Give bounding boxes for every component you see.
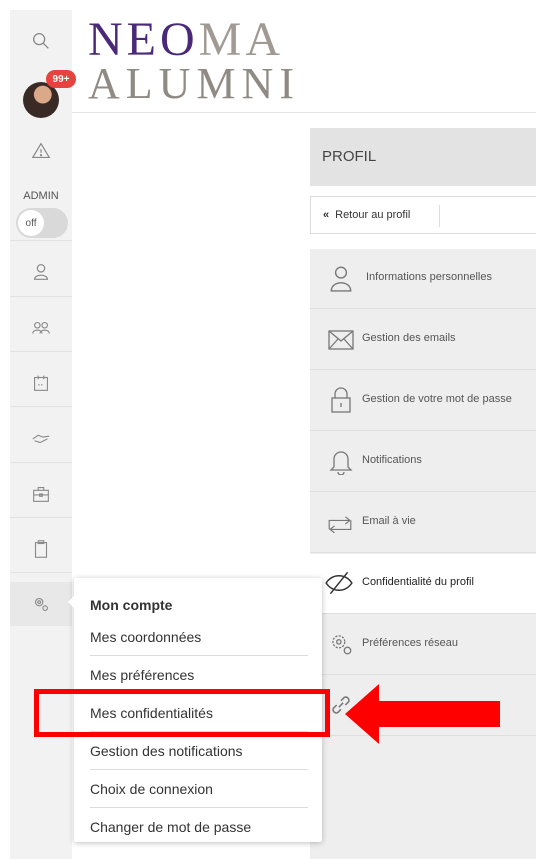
eye-slash-icon xyxy=(325,571,353,595)
neoma-alumni-logo[interactable]: NEOMA ALUMNI xyxy=(88,16,300,106)
warning-icon xyxy=(31,142,51,159)
user-icon xyxy=(330,266,352,292)
search-icon xyxy=(33,33,49,49)
dropdown-item-contact-details[interactable]: Mes coordonnées xyxy=(90,619,308,656)
profile-button[interactable] xyxy=(10,250,72,294)
menu-item-privacy[interactable]: Confidentialité du profil xyxy=(310,554,536,614)
alerts-button[interactable] xyxy=(10,136,72,166)
settings-icon xyxy=(34,597,48,611)
bell-icon xyxy=(329,451,353,475)
dropdown-item-change-password[interactable]: Changer de mot de passe xyxy=(90,809,308,846)
annotation-arrow-icon xyxy=(345,684,500,744)
handshake-icon xyxy=(32,434,50,444)
menu-item-personal-info[interactable]: Informations personnelles xyxy=(310,249,536,309)
forward-icon xyxy=(328,516,352,533)
admin-toggle[interactable]: off xyxy=(16,208,68,238)
toggle-state: off xyxy=(18,210,44,236)
search-button[interactable] xyxy=(10,26,72,56)
user-icon xyxy=(33,264,49,280)
dropdown-item-notifications[interactable]: Gestion des notifications xyxy=(90,733,308,770)
directory-button[interactable] xyxy=(10,306,72,350)
notification-badge: 99+ xyxy=(46,70,76,88)
annotation-highlight-box xyxy=(34,689,330,737)
jobs-button[interactable] xyxy=(10,472,72,516)
clipboard-icon xyxy=(34,540,48,558)
mentoring-button[interactable] xyxy=(10,416,72,460)
admin-label: ADMIN xyxy=(23,190,59,202)
profile-header: PROFIL xyxy=(310,128,536,186)
group-icon xyxy=(32,321,50,334)
back-to-profile-link[interactable]: «Retour au profil xyxy=(323,209,410,221)
gear-icon xyxy=(332,635,352,655)
briefcase-icon xyxy=(33,487,49,502)
events-button[interactable] xyxy=(10,361,72,405)
envelope-icon xyxy=(328,330,354,350)
surveys-button[interactable] xyxy=(10,527,72,571)
menu-item-password[interactable]: Gestion de votre mot de passe xyxy=(310,371,536,431)
dropdown-heading: Mon compte xyxy=(90,597,173,613)
profile-menu: Informations personnelles Gestion des em… xyxy=(310,249,536,859)
calendar-icon xyxy=(34,375,48,391)
settings-button[interactable] xyxy=(10,582,72,626)
dropdown-item-login-choice[interactable]: Choix de connexion xyxy=(90,771,308,808)
menu-item-emails[interactable]: Gestion des emails xyxy=(310,310,536,370)
menu-item-lifetime-email[interactable]: Email à vie xyxy=(310,493,536,553)
lock-icon xyxy=(331,387,351,413)
page-title: PROFIL xyxy=(322,148,377,165)
menu-item-network-preferences[interactable]: Préférences réseau xyxy=(310,615,536,675)
back-bar: «Retour au profil xyxy=(310,196,536,234)
menu-item-notifications[interactable]: Notifications xyxy=(310,432,536,492)
